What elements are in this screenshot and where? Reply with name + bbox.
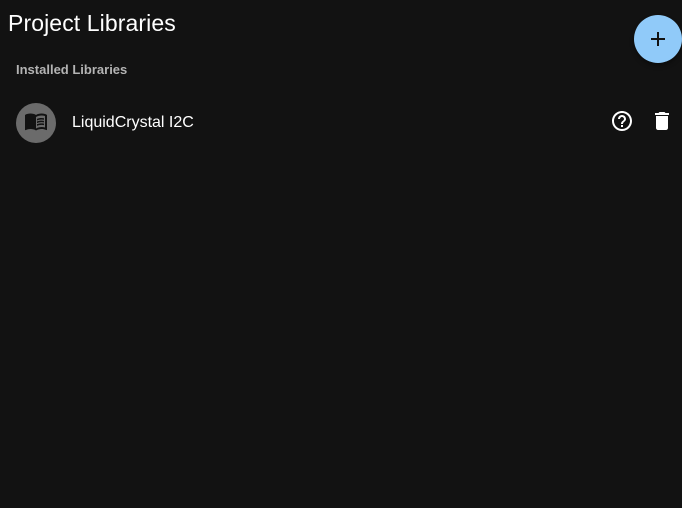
help-icon — [610, 109, 634, 138]
installed-libraries-subheader: Installed Libraries — [16, 62, 128, 77]
plus-icon — [646, 27, 670, 51]
library-delete-button[interactable] — [650, 111, 674, 135]
installed-libraries-list: LiquidCrystal I2C — [0, 99, 682, 147]
page-title: Project Libraries — [8, 10, 176, 36]
avatar — [16, 103, 56, 143]
list-item: LiquidCrystal I2C — [0, 99, 682, 147]
project-libraries-page: Project Libraries Installed Libraries Li… — [0, 0, 682, 508]
delete-icon — [650, 109, 674, 138]
add-library-button[interactable] — [634, 15, 682, 63]
book-icon — [24, 109, 48, 138]
library-help-button[interactable] — [610, 109, 634, 138]
library-name: LiquidCrystal I2C — [72, 114, 194, 131]
